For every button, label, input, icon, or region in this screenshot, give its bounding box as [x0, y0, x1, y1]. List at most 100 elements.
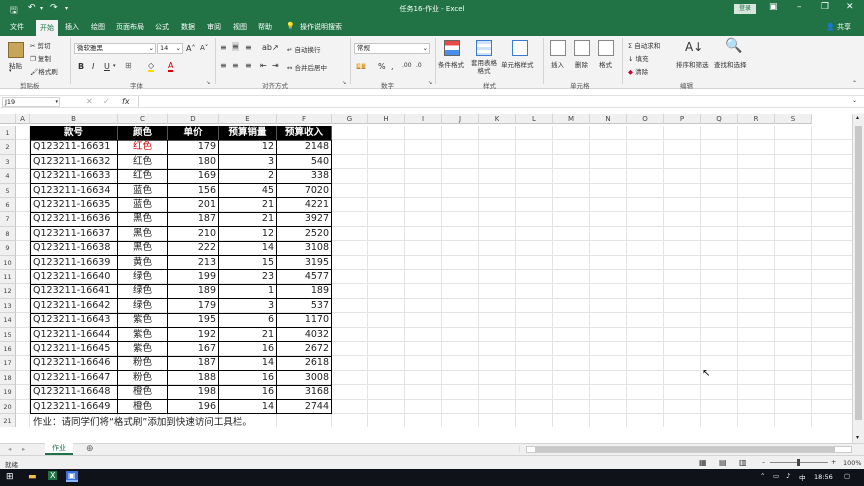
prev-sheet-icon[interactable]: ◂: [8, 445, 11, 453]
format-cells-icon[interactable]: [598, 40, 614, 56]
share-button[interactable]: 👤 共享: [826, 22, 851, 32]
zoom-in-icon[interactable]: +: [831, 458, 836, 466]
scroll-down-icon[interactable]: ▾: [856, 434, 859, 441]
normal-view-icon[interactable]: ▦: [699, 458, 707, 467]
tell-me-search[interactable]: 操作说明搜索: [300, 22, 342, 32]
table-cell[interactable]: 210: [168, 226, 219, 242]
ribbon-display-icon[interactable]: ▣: [769, 2, 778, 12]
table-cell[interactable]: 3168: [277, 385, 332, 401]
alignment-dialog-launcher-icon[interactable]: ↘: [342, 80, 346, 86]
table-cell[interactable]: 3195: [277, 255, 332, 271]
tab-help[interactable]: 帮助: [258, 22, 272, 32]
column-header-r[interactable]: R: [738, 114, 775, 124]
table-cell[interactable]: Q123211-16640: [30, 270, 118, 285]
table-cell[interactable]: Q123211-16645: [30, 342, 118, 357]
table-cell[interactable]: Q123211-16644: [30, 327, 118, 343]
scroll-up-icon[interactable]: ▴: [856, 114, 859, 121]
row-header-12[interactable]: 12: [0, 284, 16, 299]
font-name-select[interactable]: 微软雅黑 ⌄: [74, 43, 156, 54]
table-cell[interactable]: 21: [219, 212, 277, 228]
column-header-j[interactable]: J: [442, 114, 479, 124]
table-cell[interactable]: Q123211-16646: [30, 356, 118, 372]
page-break-view-icon[interactable]: ▥: [739, 458, 747, 467]
increase-font-icon[interactable]: A˄: [186, 44, 195, 53]
table-cell[interactable]: 179: [168, 298, 219, 314]
cancel-icon[interactable]: ✕: [86, 97, 93, 106]
table-cell[interactable]: 3: [219, 154, 277, 170]
excel-taskbar-icon[interactable]: X: [48, 471, 58, 480]
table-cell[interactable]: 紫色: [118, 342, 168, 357]
table-cell[interactable]: 紫色: [118, 327, 168, 343]
table-cell[interactable]: 16: [219, 342, 277, 357]
table-cell[interactable]: 绿色: [118, 298, 168, 314]
table-cell[interactable]: 黑色: [118, 212, 168, 228]
row-header-20[interactable]: 20: [0, 399, 16, 414]
table-cell[interactable]: 1: [219, 284, 277, 300]
accounting-format-icon[interactable]: 💴: [356, 62, 366, 71]
table-cell[interactable]: 粉色: [118, 370, 168, 386]
tab-formulas[interactable]: 公式: [155, 22, 169, 32]
merge-center-button[interactable]: ↔ 合并后居中: [287, 62, 327, 72]
align-center-icon[interactable]: ≡: [232, 61, 239, 70]
column-header-m[interactable]: M: [553, 114, 590, 124]
decrease-decimal-icon[interactable]: .0: [416, 62, 422, 69]
insert-cells-icon[interactable]: [550, 40, 566, 56]
sheet-tab-active[interactable]: 作业: [45, 443, 73, 455]
column-header-s[interactable]: S: [775, 114, 812, 124]
format-painter-button[interactable]: 🖌格式刷: [30, 66, 58, 76]
table-cell[interactable]: 21: [219, 327, 277, 343]
table-cell[interactable]: 15: [219, 255, 277, 271]
column-header-b[interactable]: B: [30, 114, 118, 124]
table-cell[interactable]: 180: [168, 154, 219, 170]
sort-filter-button[interactable]: 排序和筛选: [676, 59, 709, 69]
row-header-14[interactable]: 14: [0, 313, 16, 328]
column-header-q[interactable]: Q: [701, 114, 738, 124]
table-header-cell[interactable]: 单价: [168, 126, 219, 141]
table-cell[interactable]: 橙色: [118, 385, 168, 401]
row-header-19[interactable]: 19: [0, 385, 16, 400]
table-cell[interactable]: 540: [277, 154, 332, 170]
row-header-16[interactable]: 16: [0, 342, 16, 357]
table-cell[interactable]: 189: [168, 284, 219, 300]
table-cell[interactable]: 蓝色: [118, 183, 168, 199]
tray-chevron-icon[interactable]: ⌃: [760, 472, 765, 480]
table-cell[interactable]: 3008: [277, 370, 332, 386]
table-cell[interactable]: 169: [168, 169, 219, 185]
volume-icon[interactable]: ♪: [786, 472, 790, 480]
table-cell[interactable]: 201: [168, 198, 219, 213]
table-cell[interactable]: 红色: [118, 140, 168, 156]
enter-icon[interactable]: ✓: [103, 97, 110, 106]
row-header-2[interactable]: 2: [0, 140, 16, 155]
font-dialog-launcher-icon[interactable]: ↘: [206, 80, 210, 86]
table-cell[interactable]: 16: [219, 370, 277, 386]
table-cell[interactable]: 14: [219, 356, 277, 372]
table-cell[interactable]: 179: [168, 140, 219, 156]
underline-dropdown-icon[interactable]: ▾: [113, 63, 116, 69]
percent-style-icon[interactable]: %: [378, 62, 386, 71]
table-cell[interactable]: 橙色: [118, 399, 168, 415]
table-cell[interactable]: 187: [168, 356, 219, 372]
number-format-select[interactable]: 常规 ⌄: [354, 43, 430, 54]
table-cell[interactable]: Q123211-16639: [30, 255, 118, 271]
table-cell[interactable]: 167: [168, 342, 219, 357]
vertical-scroll-thumb[interactable]: [855, 126, 862, 420]
table-cell[interactable]: 213: [168, 255, 219, 271]
table-cell[interactable]: Q123211-16637: [30, 226, 118, 242]
table-cell[interactable]: 12: [219, 226, 277, 242]
table-cell[interactable]: Q123211-16632: [30, 154, 118, 170]
row-header-5[interactable]: 5: [0, 183, 16, 198]
orientation-icon[interactable]: ab↗: [262, 43, 279, 52]
table-cell[interactable]: Q123211-16633: [30, 169, 118, 185]
table-header-cell[interactable]: 颜色: [118, 126, 168, 141]
table-cell[interactable]: Q123211-16636: [30, 212, 118, 228]
table-cell[interactable]: 绿色: [118, 284, 168, 300]
align-left-icon[interactable]: ≡: [220, 61, 227, 70]
table-cell[interactable]: 4032: [277, 327, 332, 343]
table-cell[interactable]: 2520: [277, 226, 332, 242]
format-as-table-icon[interactable]: [476, 40, 492, 56]
table-cell[interactable]: 1170: [277, 313, 332, 329]
row-header-7[interactable]: 7: [0, 212, 16, 227]
conditional-format-button[interactable]: 条件格式: [438, 59, 464, 69]
delete-cells-icon[interactable]: [574, 40, 590, 56]
sheet-options-icon[interactable]: ⋮: [516, 445, 523, 453]
